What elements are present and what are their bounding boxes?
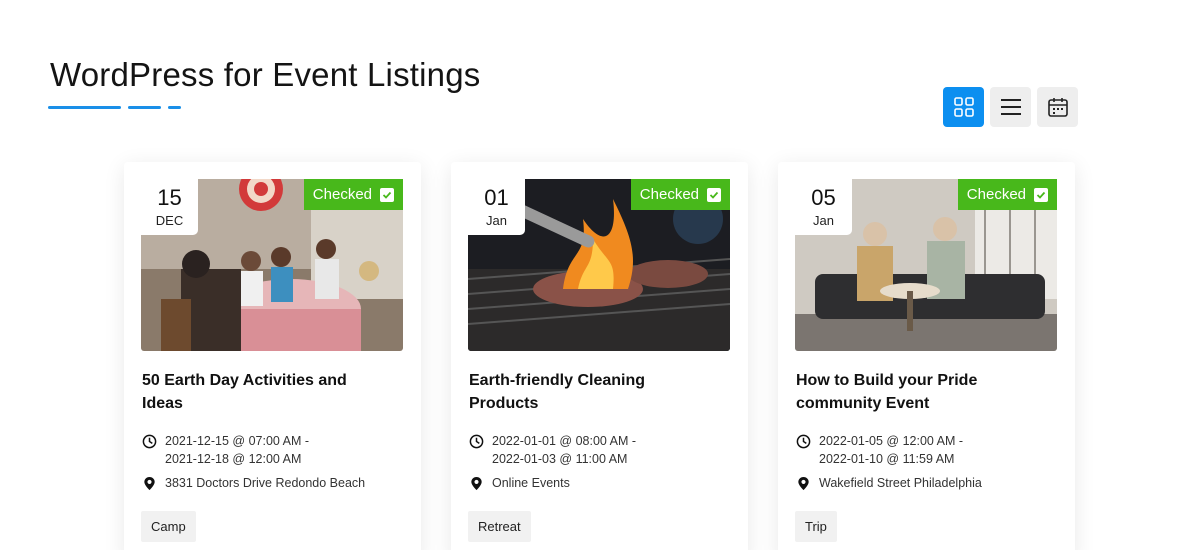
location-pin-icon [471,476,482,491]
location-pin-icon [798,476,809,491]
event-time-end: 2022-01-10 @ 11:59 AM [819,452,955,466]
checked-badge: Checked [630,179,730,210]
event-time-end: 2022-01-03 @ 11:00 AM [492,452,628,466]
date-month: Jan [486,213,507,228]
clock-icon [469,434,484,449]
calendar-icon [1047,98,1068,117]
date-badge: 15 DEC [141,179,198,235]
clock-icon [796,434,811,449]
event-location-text: Wakefield Street Philadelphia [819,476,982,490]
view-switch [943,87,1078,127]
event-location: Online Events [469,474,570,492]
date-badge: 05 Jan [795,179,852,235]
checkbox-icon [380,187,394,202]
event-tag[interactable]: Retreat [468,511,531,542]
checked-label: Checked [966,186,1026,203]
event-cards: 15 DEC Checked 50 Earth Day Activities a… [124,162,1075,550]
date-badge: 01 Jan [468,179,525,235]
event-card[interactable]: 05 Jan Checked How to Build your Pride c… [778,162,1075,550]
event-tag[interactable]: Trip [795,511,837,542]
grid-view-button[interactable] [943,87,984,127]
event-location: Wakefield Street Philadelphia [796,474,982,492]
date-day: 05 [811,185,836,210]
list-view-button[interactable] [990,87,1031,127]
checkbox-icon [1034,187,1048,202]
page-title: WordPress for Event Listings [50,56,481,93]
checked-badge: Checked [957,179,1057,210]
event-location-text: 3831 Doctors Drive Redondo Beach [165,476,366,490]
list-icon [1000,99,1021,115]
event-title[interactable]: 50 Earth Day Activities and Ideas [142,369,382,415]
date-month: Jan [813,213,834,228]
checked-label: Checked [639,186,699,203]
grid-icon [953,97,974,117]
checked-label: Checked [312,186,372,203]
event-time: 2022-01-05 @ 12:00 AM - 2022-01-10 @ 11:… [796,432,963,468]
event-location-text: Online Events [492,476,570,490]
calendar-view-button[interactable] [1037,87,1078,127]
event-card[interactable]: 01 Jan Checked Earth-friendly Cleaning P… [451,162,748,550]
event-time: 2021-12-15 @ 07:00 AM - 2021-12-18 @ 12:… [142,432,309,468]
date-day: 15 [157,185,182,210]
event-time-end: 2021-12-18 @ 12:00 AM [165,452,302,466]
event-time-start: 2022-01-01 @ 08:00 AM - [492,434,637,448]
event-location: 3831 Doctors Drive Redondo Beach [142,474,365,492]
clock-icon [142,434,157,449]
checked-badge: Checked [303,179,403,210]
event-title[interactable]: How to Build your Pride community Event [796,369,1036,415]
event-card[interactable]: 15 DEC Checked 50 Earth Day Activities a… [124,162,421,550]
event-time-start: 2022-01-05 @ 12:00 AM - [819,434,964,448]
date-month: DEC [155,213,184,228]
event-title[interactable]: Earth-friendly Cleaning Products [469,369,709,415]
event-time-start: 2021-12-15 @ 07:00 AM - [165,434,310,448]
location-pin-icon [144,476,155,491]
date-day: 01 [484,185,509,210]
event-time: 2022-01-01 @ 08:00 AM - 2022-01-03 @ 11:… [469,432,636,468]
event-tag[interactable]: Camp [141,511,196,542]
checkbox-icon [707,187,721,202]
